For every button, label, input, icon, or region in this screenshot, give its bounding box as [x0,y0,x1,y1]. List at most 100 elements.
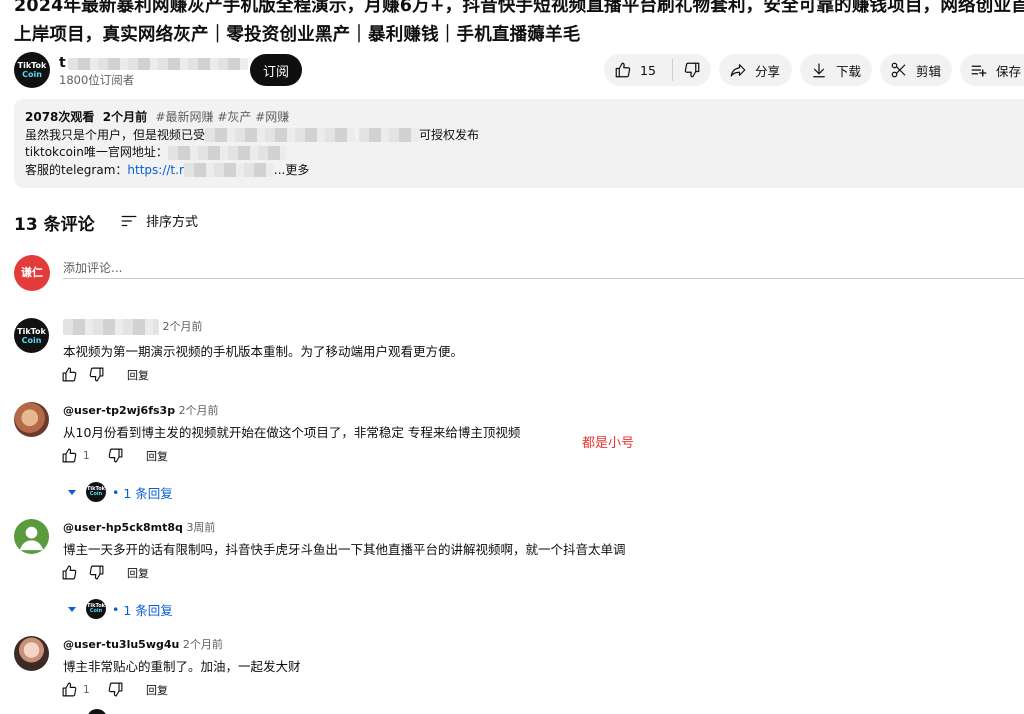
comment-actions: 回复 [61,366,149,383]
comment-like-button[interactable] [61,564,78,581]
clip-button[interactable]: 剪辑 [880,54,952,86]
comment-avatar[interactable] [14,636,49,671]
upload-date: 2个月前 [102,110,148,124]
comment-author[interactable]: @user-tp2wj6fs3p [63,404,175,417]
comment-text: 博主非常贴心的重制了。加油，一起发大财 [63,659,301,674]
video-title-line-2: 上岸项目，真实网络灰产｜零投资创业黑产｜暴利赚钱｜手机直播薅羊毛 [14,25,581,45]
comment-like-button[interactable] [61,366,78,383]
comment-header: 2个月前 [63,318,203,335]
comment-like-count: 1 [83,683,90,696]
replies-count: 1 条回复 [123,602,173,618]
playlist-add-icon [971,65,987,77]
comment-count: 13 条评论 [14,215,95,235]
add-comment-input[interactable] [63,257,1024,279]
thumb-down-icon [89,565,104,580]
like-dislike-group: 15 [604,54,711,86]
caret-down-icon [68,489,76,495]
comment-author[interactable]: @user-tu3lu5wg4u [63,638,179,651]
thumb-up-icon [62,367,77,382]
reply-avatar: TikTok Coin [86,482,106,502]
show-more-button[interactable]: ...更多 [274,163,309,177]
sort-icon [121,215,137,226]
telegram-link[interactable]: https://t.r [127,163,183,177]
comment-time[interactable]: 2个月前 [183,638,223,651]
comment-like-button[interactable] [61,681,78,698]
reply-button[interactable]: 回复 [146,448,168,464]
thumb-down-icon [684,62,699,78]
reply-avatar [87,709,107,714]
redacted-author [63,319,159,335]
redacted-link [183,163,274,177]
bullet: • [112,484,120,500]
download-icon [813,63,825,78]
comment-author[interactable]: @user-hp5ck8mt8q [63,521,183,534]
comment-text: 博主一天多开的话有限制吗，抖音快手虎牙斗鱼出一下其他直播平台的讲解视频啊，就一个… [63,542,626,557]
comment-avatar[interactable]: TikTok Coin [14,318,49,353]
channel-name-redacted [68,58,248,70]
description-box[interactable]: 2078次观看 2个月前 #最新网赚 #灰产 #网赚 虽然我只是个用户，但是视频… [14,99,1024,188]
comment-time[interactable]: 3周前 [186,521,215,534]
description-meta: 2078次观看 2个月前 #最新网赚 #灰产 #网赚 [25,109,1024,127]
share-button[interactable]: 分享 [719,54,792,86]
thumb-up-icon [615,62,631,78]
comment-header: @user-tp2wj6fs3p 2个月前 [63,402,219,418]
comment-header: @user-tu3lu5wg4u 2个月前 [63,636,223,652]
sort-button[interactable]: 排序方式 [120,211,198,230]
thumb-down-icon [108,682,123,697]
comment-time[interactable]: 2个月前 [163,320,203,333]
thumb-down-icon [108,448,123,463]
replies-count: 1 条回复 [123,485,173,501]
thumb-down-icon [89,367,104,382]
comment-avatar[interactable] [14,519,49,554]
comment-actions: 1 回复 [61,447,168,464]
description-line-2: tiktokcoin唯一官网地址： [25,144,1024,162]
channel-avatar-logo: TikTok Coin [17,61,47,79]
video-title: 2024年最新暴利网赚灰产手机版全程演示，月赚6万+，抖音快手短视频直播平台刷礼… [14,0,1024,50]
dislike-button[interactable] [673,54,710,86]
clip-label: 剪辑 [916,63,942,79]
channel-name[interactable]: t [59,55,66,71]
sort-label: 排序方式 [146,215,199,230]
view-replies-button[interactable]: TikTok Coin • 1 条回复 [68,599,173,619]
video-title-line-1: 2024年最新暴利网赚灰产手机版全程演示，月赚6万+，抖音快手短视频直播平台刷礼… [14,0,1024,16]
like-button[interactable]: 15 [604,54,672,86]
subscribe-button[interactable]: 订阅 [250,54,302,86]
comment-header: @user-hp5ck8mt8q 3周前 [63,519,215,535]
comment-time[interactable]: 2个月前 [179,404,219,417]
thumb-up-icon [62,448,77,463]
subscriber-count: 1800位订阅者 [59,73,135,87]
comment-dislike-button[interactable] [88,564,105,581]
redacted-text [205,128,356,142]
redacted-text [359,128,420,142]
channel-avatar-logo: TikTok Coin [17,326,46,345]
redacted-link [167,145,286,160]
comment-avatar[interactable] [14,402,49,437]
default-user-icon [19,526,44,551]
bullet: • [112,601,120,617]
description-line-1: 虽然我只是个用户，但是视频已受 可授权发布 [25,127,480,142]
save-button[interactable]: 保存 [960,54,1024,86]
download-button[interactable]: 下载 [800,54,872,86]
caret-down-icon [68,606,76,612]
reply-button[interactable]: 回复 [127,565,149,581]
user-avatar[interactable]: 谦仁 [14,255,50,291]
comment-text: 从10月份看到博主发的视频就开始在做这个项目了，非常稳定 专程来给博主顶视频 [63,425,521,440]
comment-text: 本视频为第一期演示视频的手机版本重制。为了移动端用户观看更方便。 [63,344,464,359]
download-label: 下载 [836,63,862,79]
scissors-icon [891,62,906,78]
reply-button[interactable]: 回复 [146,682,168,698]
view-count: 2078次观看 [25,110,95,124]
comment-dislike-button[interactable] [88,366,105,383]
comment-actions: 回复 [61,564,149,581]
comment-like-button[interactable] [61,447,78,464]
share-icon [730,64,746,77]
comment-dislike-button[interactable] [107,681,124,698]
description-tags[interactable]: #最新网赚 #灰产 #网赚 [155,110,289,124]
view-replies-button[interactable]: TikTok Coin • 1 条回复 [68,482,173,502]
comment-like-count: 1 [83,449,90,462]
reply-button[interactable]: 回复 [127,367,149,383]
comment-dislike-button[interactable] [107,447,124,464]
like-count: 15 [640,62,656,78]
thumb-up-icon [62,682,77,697]
channel-avatar[interactable]: TikTok Coin [14,52,50,88]
